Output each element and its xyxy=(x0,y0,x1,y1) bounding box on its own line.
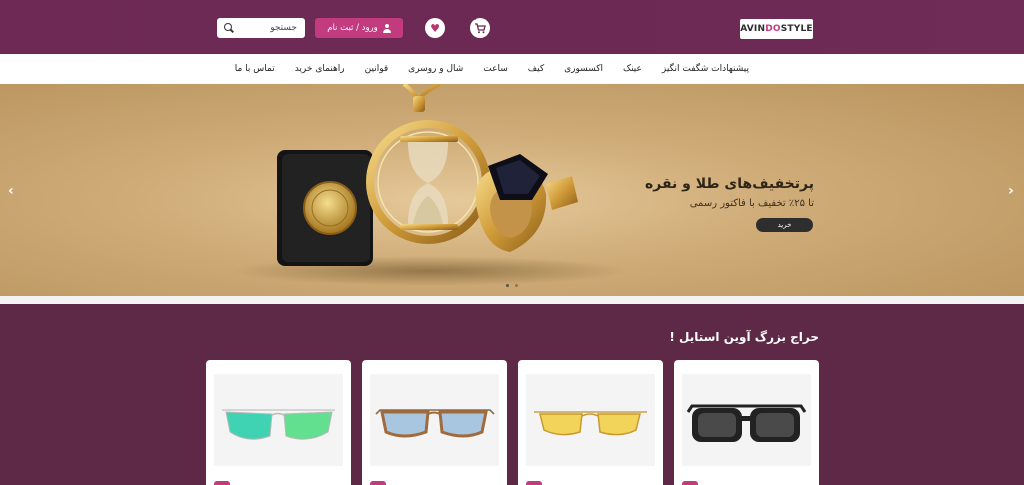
top-header: جستجو ورود / ثبت نام ♥ 0 AVIN DO STYLE xyxy=(0,0,1024,54)
hero-subtitle: تا ۲۵٪ تخفیف با فاکتور رسمی xyxy=(689,198,814,209)
login-label: ورود / ثبت نام xyxy=(327,23,378,33)
nav-item-special-offers[interactable]: پیشنهادات شگفت انگیز xyxy=(652,64,759,74)
product-card[interactable] xyxy=(362,360,507,485)
logo-text-style: STYLE xyxy=(780,24,813,34)
carousel-dots xyxy=(506,284,518,287)
black-sunglasses-icon xyxy=(686,404,807,442)
hero-next-arrow[interactable]: › xyxy=(1008,183,1014,199)
cart-icon xyxy=(475,22,486,33)
search-input[interactable]: جستجو xyxy=(217,18,305,38)
hero-buy-button[interactable]: خرید xyxy=(756,218,813,232)
nav-item-accessories[interactable]: اکسسوری xyxy=(554,64,613,74)
nav-item-scarves[interactable]: شال و روسری xyxy=(398,64,473,74)
nav-item-watches[interactable]: ساعت xyxy=(473,64,518,74)
login-register-button[interactable]: ورود / ثبت نام xyxy=(315,18,403,38)
hero-title: پرتخفیف‌های طلا و نقره xyxy=(644,176,814,192)
nav-item-bags[interactable]: کیف xyxy=(518,64,554,74)
yellow-glasses-icon xyxy=(534,411,647,436)
carousel-dot-1[interactable] xyxy=(506,284,509,287)
product-card[interactable] xyxy=(206,360,351,485)
main-nav: پیشنهادات شگفت انگیز عینک اکسسوری کیف سا… xyxy=(0,54,1024,84)
jewelry-illustration xyxy=(277,84,578,266)
nav-item-rules[interactable]: قوانین xyxy=(355,64,399,74)
product-image xyxy=(214,374,343,466)
cart-count: 0 xyxy=(473,15,477,22)
search-icon[interactable] xyxy=(223,23,233,33)
discount-badge xyxy=(682,481,698,485)
product-card[interactable] xyxy=(518,360,663,485)
site-logo[interactable]: AVIN DO STYLE xyxy=(740,19,813,39)
logo-text-do: DO xyxy=(765,24,781,34)
discount-badge xyxy=(370,481,386,485)
cart-button[interactable]: 0 xyxy=(470,15,490,38)
carousel-dot-2[interactable] xyxy=(515,284,518,287)
blue-tinted-glasses-icon xyxy=(375,409,495,438)
hero-prev-arrow[interactable]: ‹ xyxy=(8,183,14,199)
product-image xyxy=(370,374,499,466)
user-icon xyxy=(382,23,391,33)
nav-item-glasses[interactable]: عینک xyxy=(613,64,652,74)
product-image xyxy=(682,374,811,466)
hero-text: پرتخفیف‌های طلا و نقره تا ۲۵٪ تخفیف با ف… xyxy=(645,176,814,209)
heart-icon: ♥ xyxy=(430,21,440,35)
hero-banner[interactable]: ‹ › پرتخفیف‌های طلا و نقره تا ۲۵٪ تخفیف … xyxy=(0,84,1024,296)
search-placeholder: جستجو xyxy=(270,23,297,33)
product-image xyxy=(526,374,655,466)
discount-badge xyxy=(526,481,542,485)
discount-badge xyxy=(214,481,230,485)
nav-item-shopping-guide[interactable]: راهنمای خرید xyxy=(285,64,355,74)
nav-item-contact[interactable]: تماس با ما xyxy=(225,64,285,74)
wishlist-button[interactable]: ♥ xyxy=(425,18,445,38)
sale-section: حراج بزرگ آوین استایل ! xyxy=(0,304,1024,485)
sale-title: حراج بزرگ آوین استایل ! xyxy=(669,330,819,344)
logo-text-avin: AVIN xyxy=(740,24,766,34)
product-card[interactable] xyxy=(674,360,819,485)
mirror-sunglasses-icon xyxy=(222,409,335,440)
